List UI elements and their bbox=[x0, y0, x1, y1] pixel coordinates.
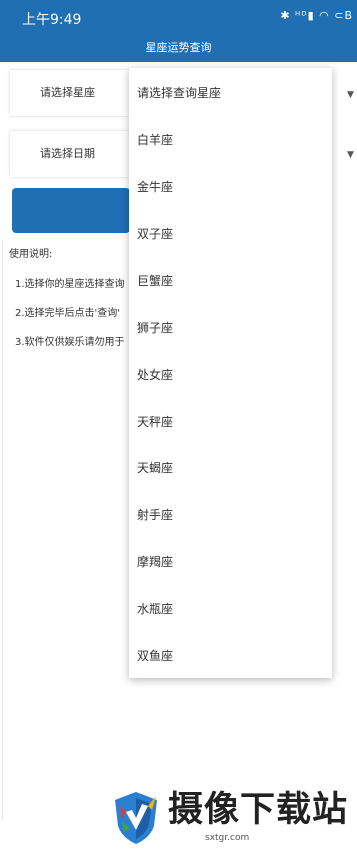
dropdown-option-libra[interactable]: 天秤座 bbox=[137, 413, 173, 430]
zodiac-select-value: 请选择星座 bbox=[40, 86, 95, 99]
watermark-url: sxtgr.com bbox=[205, 833, 250, 843]
usage-item-3: 3.软件仅供娱乐请勿用于 bbox=[15, 337, 125, 348]
dropdown-option-aries[interactable]: 白羊座 bbox=[137, 131, 173, 148]
dropdown-option-scorpio[interactable]: 天蝎座 bbox=[137, 459, 173, 476]
dropdown-option-taurus[interactable]: 金牛座 bbox=[137, 178, 173, 195]
divider bbox=[2, 240, 3, 820]
status-icons: ✱ ᴴᴰ▮ ◠ ⊂B bbox=[280, 9, 353, 22]
zodiac-dropdown-menu: 请选择查询星座 白羊座 金牛座 双子座 巨蟹座 狮子座 处女座 天秤座 天蝎座 … bbox=[129, 68, 332, 678]
dropdown-option-virgo[interactable]: 处女座 bbox=[137, 366, 173, 383]
dropdown-option-aquarius[interactable]: 水瓶座 bbox=[137, 600, 173, 617]
date-select[interactable]: 请选择日期 bbox=[10, 131, 130, 177]
dropdown-option-placeholder[interactable]: 请选择查询星座 bbox=[137, 84, 221, 101]
usage-item-2: 2.选择完毕后点击'查询' bbox=[15, 308, 121, 319]
query-button[interactable] bbox=[12, 188, 130, 233]
status-time: 上午9:49 bbox=[22, 12, 82, 28]
dropdown-option-cancer[interactable]: 巨蟹座 bbox=[137, 272, 173, 289]
zodiac-select[interactable]: 请选择星座 bbox=[10, 70, 130, 116]
usage-heading: 使用说明: bbox=[9, 249, 53, 260]
date-select-arrow-icon[interactable]: ▼ bbox=[347, 150, 357, 162]
zodiac-select-arrow-icon[interactable]: ▼ bbox=[347, 90, 357, 102]
dropdown-option-pisces[interactable]: 双鱼座 bbox=[137, 647, 173, 664]
dropdown-option-sagittarius[interactable]: 射手座 bbox=[137, 506, 173, 523]
dropdown-option-capricorn[interactable]: 摩羯座 bbox=[137, 553, 173, 570]
date-select-value: 请选择日期 bbox=[40, 147, 95, 160]
usage-item-1: 1.选择你的星座选择查询 bbox=[15, 279, 125, 290]
watermark: 摄像下载站 sxtgr.com bbox=[110, 790, 357, 853]
watermark-text: 摄像下载站 bbox=[168, 789, 349, 830]
dropdown-option-leo[interactable]: 狮子座 bbox=[137, 319, 173, 336]
watermark-logo-icon bbox=[115, 792, 157, 844]
dropdown-option-gemini[interactable]: 双子座 bbox=[137, 225, 173, 242]
app-bar: 上午9:49 ✱ ᴴᴰ▮ ◠ ⊂B 星座运势查询 bbox=[0, 0, 357, 62]
page-title: 星座运势查询 bbox=[145, 41, 212, 54]
